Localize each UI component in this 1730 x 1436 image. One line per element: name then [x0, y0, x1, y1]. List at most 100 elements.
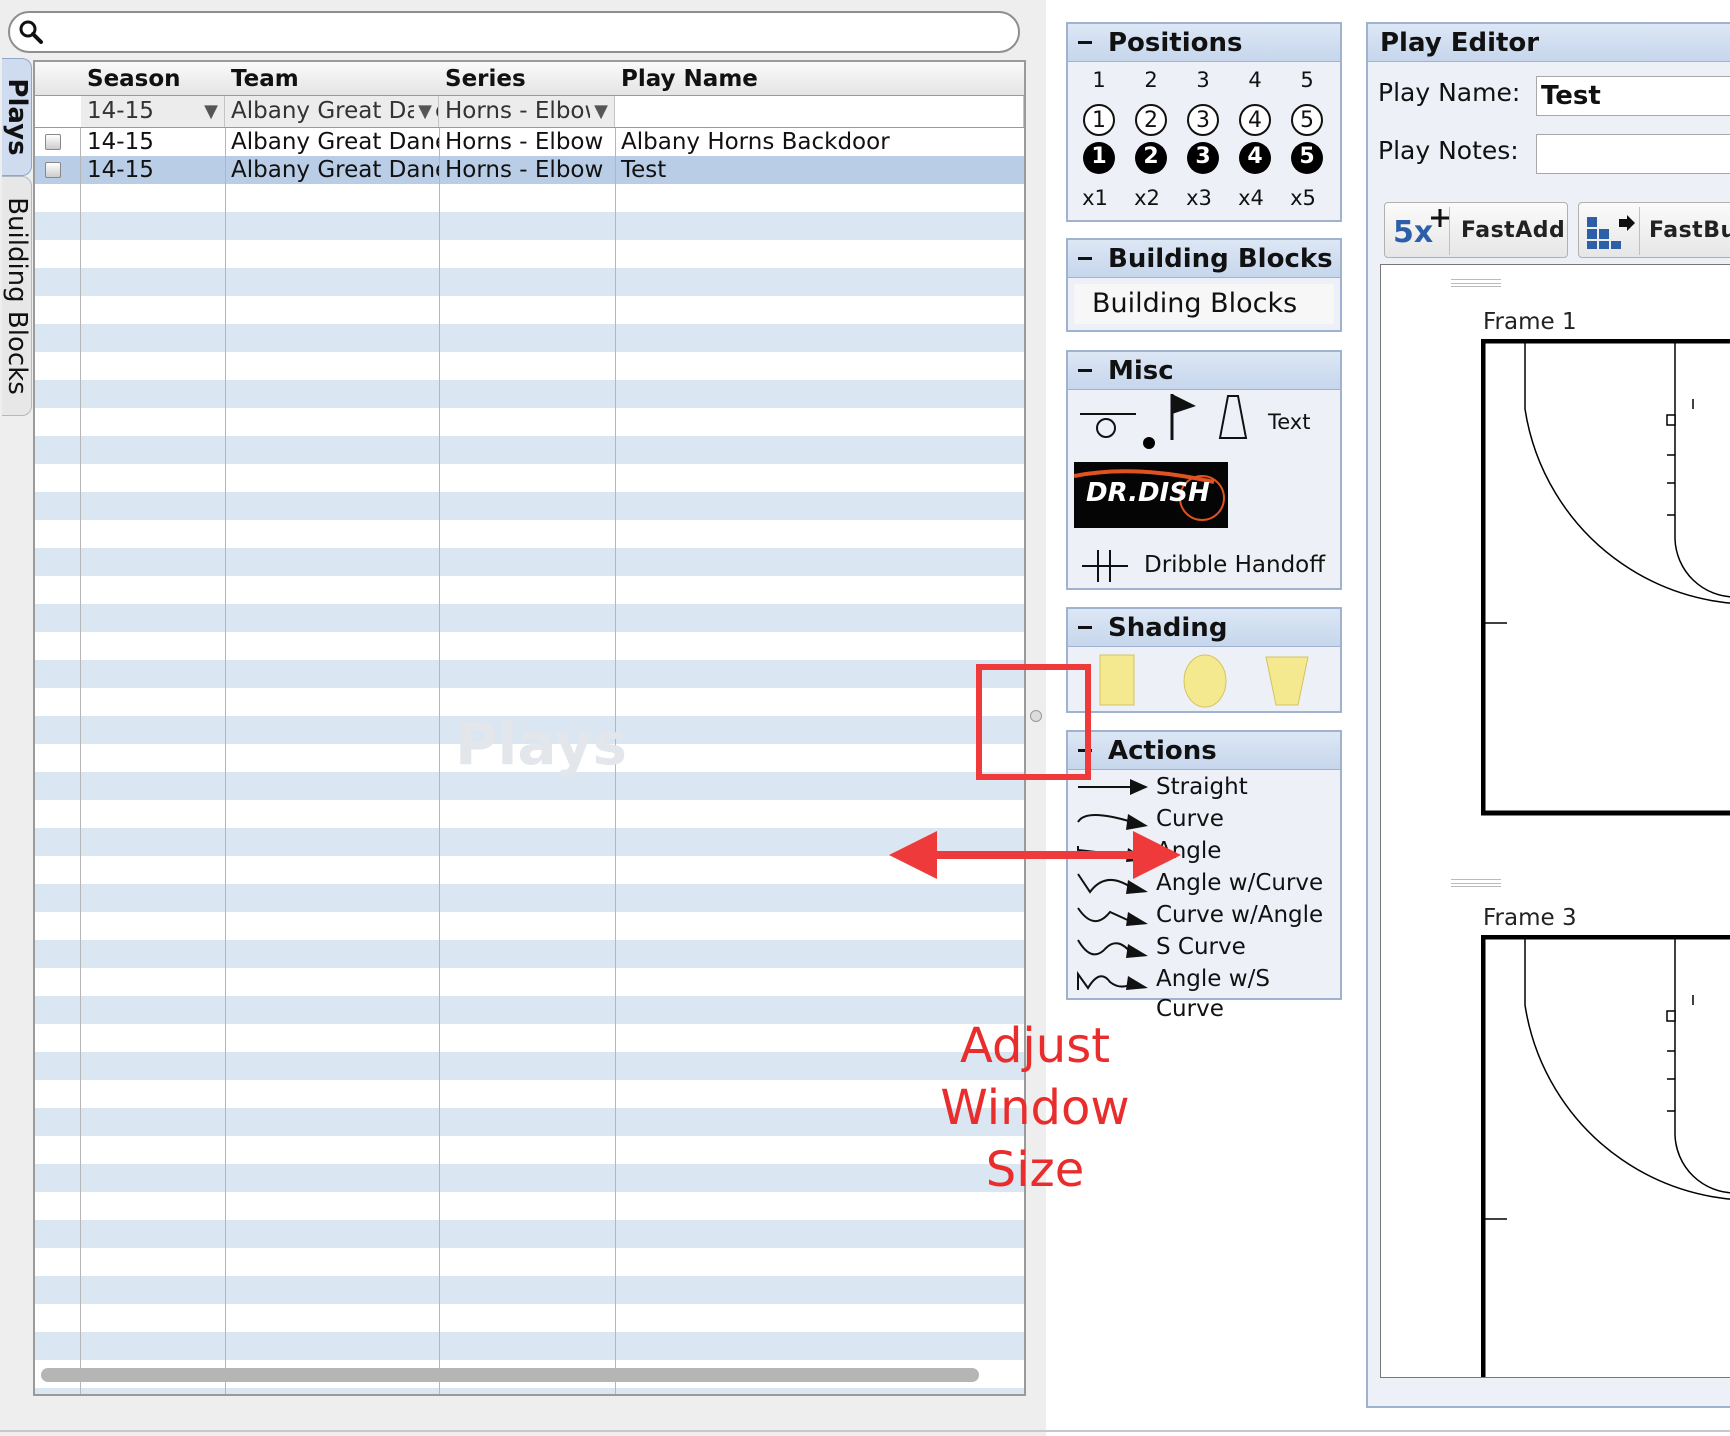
position-filled-4[interactable]: 4: [1239, 142, 1271, 174]
horizontal-scrollbar[interactable]: [41, 1368, 979, 1382]
action-straight[interactable]: Straight: [1068, 772, 1338, 802]
dropdown-arrow-icon[interactable]: ▼: [590, 96, 612, 127]
basket-icon[interactable]: [1078, 406, 1138, 446]
position-multiplier-3[interactable]: x3: [1182, 186, 1216, 210]
row-checkbox[interactable]: [45, 134, 61, 150]
position-circle-3[interactable]: 3: [1187, 104, 1219, 136]
search-input[interactable]: [8, 11, 1020, 53]
dribble-handoff-icon[interactable]: [1080, 548, 1130, 584]
annotation-text: Adjust Window Size: [860, 1015, 1210, 1201]
misc-title: Misc: [1108, 356, 1174, 386]
position-multiplier-2[interactable]: x2: [1130, 186, 1164, 210]
series-filter-value: Horns - Elbow: [445, 98, 604, 124]
position-number-3[interactable]: 3: [1186, 68, 1220, 92]
text-tool[interactable]: Text: [1268, 410, 1310, 434]
tab-building-blocks[interactable]: Building Blocks: [2, 176, 32, 416]
cell-team: Albany Great Danes: [231, 157, 439, 183]
building-blocks-item[interactable]: Building Blocks: [1074, 284, 1334, 324]
cone-icon[interactable]: [1216, 392, 1250, 442]
building-blocks-header[interactable]: Building Blocks: [1068, 240, 1340, 278]
cell-series: Horns - Elbow: [445, 129, 604, 155]
position-filled-3[interactable]: 3: [1187, 142, 1219, 174]
position-number-5[interactable]: 5: [1290, 68, 1324, 92]
team-filter[interactable]: Albany Great Danes ▼: [225, 96, 439, 127]
table-row-selected[interactable]: 14-15 Albany Great Danes Horns - Elbow T…: [35, 156, 1024, 184]
column-header-team[interactable]: Team: [225, 62, 299, 96]
frame-1-court[interactable]: [1481, 339, 1730, 819]
position-multiplier-4[interactable]: x4: [1234, 186, 1268, 210]
collapse-icon[interactable]: [1078, 257, 1092, 260]
shading-panel: Shading: [1066, 607, 1342, 713]
annotation-highlight-box: [976, 664, 1091, 780]
s-curve-arrow-icon: [1077, 939, 1148, 958]
action-s-curve[interactable]: S Curve: [1068, 932, 1338, 962]
play-notes-field[interactable]: [1536, 134, 1730, 174]
action-curve-w-angle[interactable]: Curve w/Angle: [1068, 900, 1338, 930]
collapse-icon[interactable]: [1078, 41, 1092, 44]
action-angle-w-s-curve[interactable]: Angle w/S Curve: [1068, 964, 1338, 1022]
cell-play-name: Albany Horns Backdoor: [621, 129, 890, 155]
position-circle-1[interactable]: 1: [1083, 104, 1115, 136]
season-filter[interactable]: 14-15 ▼: [81, 96, 225, 127]
position-filled-5[interactable]: 5: [1291, 142, 1323, 174]
cell-team: Albany Great Danes: [231, 129, 439, 155]
action-straight-label: Straight: [1156, 774, 1248, 800]
frame-drag-handle[interactable]: [1451, 879, 1501, 887]
position-filled-1[interactable]: 1: [1083, 142, 1115, 174]
position-circle-2[interactable]: 2: [1135, 104, 1167, 136]
button-divider: [1639, 207, 1640, 255]
frame-drag-handle[interactable]: [1451, 279, 1501, 287]
positions-title: Positions: [1108, 28, 1243, 58]
frames-canvas[interactable]: Frame 1 Frame 3: [1380, 264, 1730, 1378]
table-row[interactable]: 14-15 Albany Great Danes Horns - Elbow A…: [35, 128, 1024, 156]
misc-header[interactable]: Misc: [1068, 352, 1340, 390]
shade-rectangle-icon[interactable]: [1098, 653, 1136, 709]
column-header-series[interactable]: Series: [439, 62, 526, 96]
annotation-line-2: Size: [985, 1142, 1085, 1198]
position-number-2[interactable]: 2: [1134, 68, 1168, 92]
actions-header[interactable]: Actions: [1068, 732, 1340, 770]
fastbuild-button[interactable]: FastBu: [1578, 202, 1730, 258]
ball-icon[interactable]: [1142, 436, 1156, 450]
column-header-play-name[interactable]: Play Name: [615, 62, 758, 96]
flag-icon[interactable]: [1166, 390, 1200, 442]
dropdown-arrow-icon[interactable]: ▼: [200, 96, 222, 127]
cell-series: Horns - Elbow: [445, 157, 604, 183]
angle-s-curve-arrow-icon: [1077, 970, 1148, 990]
position-multiplier-5[interactable]: x5: [1286, 186, 1320, 210]
bottom-border: [0, 1430, 1730, 1432]
collapse-icon[interactable]: [1078, 369, 1092, 372]
shade-ellipse-icon[interactable]: [1182, 653, 1228, 709]
shade-trapezoid-icon[interactable]: [1264, 653, 1310, 709]
position-circle-4[interactable]: 4: [1239, 104, 1271, 136]
shading-title: Shading: [1108, 613, 1228, 643]
building-blocks-panel: Building Blocks Building Blocks: [1066, 238, 1342, 332]
shading-header[interactable]: Shading: [1068, 609, 1340, 647]
fastadd-button[interactable]: 5x FastAdd: [1384, 202, 1568, 258]
annotation-line-1: Adjust Window: [940, 1018, 1130, 1136]
dropdown-arrow-icon[interactable]: ▼: [414, 96, 436, 127]
position-multiplier-1[interactable]: x1: [1078, 186, 1112, 210]
positions-header[interactable]: Positions: [1068, 24, 1340, 62]
frame-3-court[interactable]: [1481, 935, 1730, 1378]
dribble-handoff-label[interactable]: Dribble Handoff: [1144, 552, 1325, 578]
series-filter[interactable]: Horns - Elbow ▼: [439, 96, 615, 127]
column-header-season[interactable]: Season: [81, 62, 181, 96]
position-filled-2[interactable]: 2: [1135, 142, 1167, 174]
fastadd-badge: 5x: [1393, 215, 1434, 250]
position-number-1[interactable]: 1: [1082, 68, 1116, 92]
column-divider: [225, 62, 226, 1394]
column-divider: [439, 62, 440, 1394]
tab-plays[interactable]: Plays: [2, 58, 32, 176]
position-circle-5[interactable]: 5: [1291, 104, 1323, 136]
play-name-filter[interactable]: [615, 96, 1024, 127]
position-number-4[interactable]: 4: [1238, 68, 1272, 92]
button-divider: [1449, 207, 1450, 255]
frame-1-label: Frame 1: [1483, 309, 1577, 335]
column-divider: [80, 62, 81, 1394]
play-name-field[interactable]: Test: [1536, 76, 1730, 116]
row-checkbox[interactable]: [45, 162, 61, 178]
collapse-icon[interactable]: [1078, 626, 1092, 629]
blocks-arrow-icon: [1587, 215, 1635, 249]
play-editor-title: Play Editor: [1380, 28, 1540, 58]
